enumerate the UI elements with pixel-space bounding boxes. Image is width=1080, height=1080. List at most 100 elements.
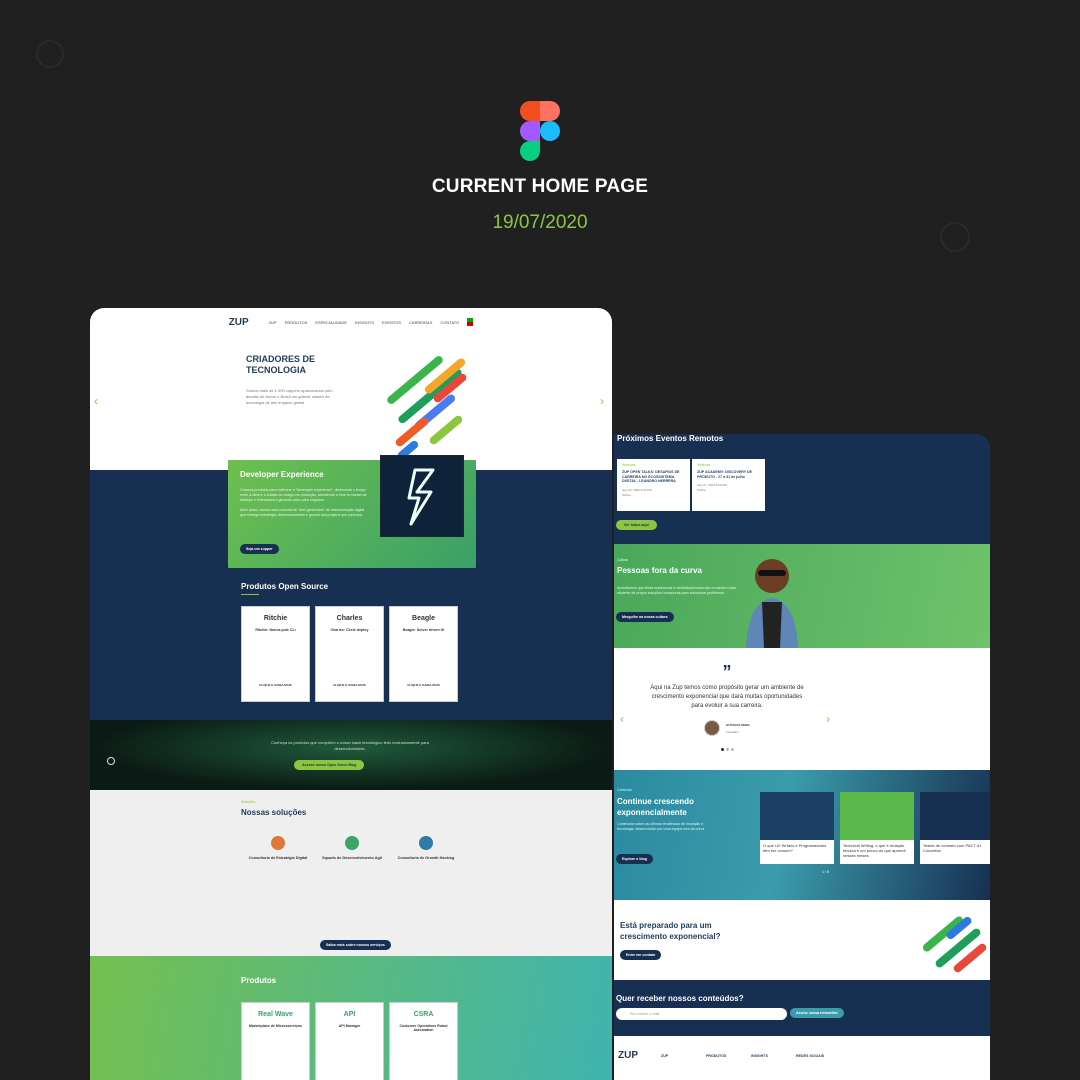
culture-button[interactable]: Mergulhe na nossa cultura (616, 612, 674, 622)
blog-post-title: Testes de contrato com PACT #1 Conceitos (923, 843, 982, 853)
open-source-blog-band: Conheça os produtos que compõem o nosso … (90, 720, 612, 790)
hero-prev-arrow-icon[interactable]: ‹ (94, 394, 98, 408)
play-circle-icon[interactable] (107, 757, 115, 765)
newsletter-submit-button[interactable]: Assine nossa newsletter (790, 1008, 844, 1018)
card-title: API Manager (338, 1024, 361, 1028)
seja-um-zupper-button[interactable]: Seja um zupper (240, 544, 279, 554)
person-photo (746, 559, 798, 648)
quote-text: Aqui na Zup temos como propósito gerar u… (650, 685, 804, 709)
culture-section: Cultura Pessoas fora da curva Acreditamo… (614, 544, 990, 648)
nav-item-contato[interactable]: CONTATO (440, 320, 459, 325)
blog-post-title: Technical Writing: o que é redação técni… (843, 843, 906, 858)
zup-logo[interactable]: ZUP (229, 317, 249, 328)
hero-next-arrow-icon[interactable]: › (600, 394, 604, 408)
culture-title: Pessoas fora da curva (617, 566, 702, 575)
culture-label: Cultura (617, 558, 628, 562)
product-card-api[interactable]: API API Manager (315, 1002, 384, 1080)
contact-title: Está preparado para um crescimento expon… (620, 921, 721, 941)
nav-item-produtos[interactable]: PRODUTOS (285, 320, 308, 325)
all-events-button[interactable]: Ver todos aqui (616, 520, 657, 530)
content-text: Conteúdos sobre as últimas tendências de… (617, 822, 706, 831)
quote-mark: ” (722, 662, 732, 682)
card-subtitle: Ritchie: Nunca pule CLI (255, 628, 296, 632)
blog-pager: 1 / 6 (822, 870, 829, 874)
solution-title: Consultoria de Estratégia Digital (248, 856, 308, 860)
dev-experience-text: Criamos produtos para melhorar a "develo… (240, 488, 367, 517)
event-tag: Webinars (697, 463, 711, 467)
newsletter-email-input[interactable]: Seu melhor e-mail (616, 1008, 787, 1020)
solutions-label: Soluções (241, 800, 256, 804)
product-card-realwave[interactable]: Real Wave Marketplace de Microsserviços (241, 1002, 310, 1080)
page-title: CURRENT HOME PAGE (431, 176, 649, 197)
solution-item: Consultoria de Growth Hacking (393, 836, 459, 861)
lightning-icon (407, 468, 435, 526)
quote-next-arrow-icon[interactable]: › (826, 712, 830, 726)
card-name: Charles (336, 615, 363, 622)
product-card-charles[interactable]: Charles Charles: Circle deploy CLIQUE E … (315, 606, 384, 702)
open-source-blog-button[interactable]: Acesse nosso Open Sorce Blog (294, 760, 365, 770)
top-nav: ZUP ZUP PRODUTOS ESPECIALIDADE INSIGHTS … (90, 308, 612, 336)
footer-col-redes-sociais: REDES SOCIAIS (796, 1054, 825, 1058)
services-button[interactable]: Saiba mais sobre nossos serviços (320, 940, 391, 950)
quote-prev-arrow-icon[interactable]: ‹ (620, 712, 624, 726)
growth-icon (419, 836, 433, 850)
product-card-csra[interactable]: CSRA Customer Operations Robot Automatio… (389, 1002, 458, 1080)
newsletter-title: Quer receber nossos conteúdos? (616, 994, 744, 1003)
products-section: Produtos Real Wave Marketplace de Micros… (90, 956, 612, 1080)
quote-role: Fundador (726, 730, 739, 734)
hero-text: Somos mais de 1.000 zuppers apaixonados … (246, 388, 333, 405)
event-place: Online (622, 492, 631, 497)
card-link[interactable]: CLIQUE E SAIBA MAIS (390, 683, 457, 687)
dev-experience-title: Developer Experience (240, 470, 324, 479)
explore-blog-button[interactable]: Explore o blog (616, 854, 653, 864)
content-title: Continue crescendo exponencialmente (617, 797, 694, 817)
card-name: API (343, 1011, 356, 1018)
event-card[interactable]: Webinars ZUP OPEN TALKS: DESAFIOS DE CAR… (617, 459, 690, 511)
contact-button[interactable]: Entre em contato (620, 950, 662, 960)
footer-col-zup: ZUP (661, 1054, 669, 1058)
solutions-section: Soluções Nossas soluções Consultoria de … (90, 790, 612, 956)
solutions-title: Nossas soluções (241, 808, 307, 817)
nav-item-insights[interactable]: INSIGHTS (355, 320, 374, 325)
blog-post-card[interactable]: Technical Writing: o que é redação técni… (840, 792, 914, 864)
products-title: Produtos (241, 976, 277, 985)
culture-text: Acreditamos que times autônomos e multid… (617, 586, 737, 595)
nav-item-especialidade[interactable]: ESPECIALIDADE (315, 320, 347, 325)
solution-item: Consultoria de Estratégia Digital (245, 836, 311, 861)
product-card-beagle[interactable]: Beagle Beagle: Server driven UI CLIQUE E… (389, 606, 458, 702)
blog-text: Conheça os produtos que compõem o nosso … (271, 740, 429, 751)
card-name: Real Wave (258, 1011, 293, 1018)
avatar (704, 720, 720, 736)
contact-section: Está preparado para um crescimento expon… (614, 900, 990, 980)
event-place: Online (697, 488, 706, 493)
card-name: Beagle (412, 615, 435, 622)
lightning-illustration (380, 455, 464, 537)
hero: ‹ › CRIADORES DE TECNOLOGIA Somos mais d… (90, 336, 612, 470)
newsletter-section: Quer receber nossos conteúdos? Seu melho… (614, 980, 990, 1036)
footer-col-produtos: PRODUTOS (706, 1054, 727, 1058)
event-title: ZUP OPEN TALKS: DESAFIOS DE CARREIRA NO … (622, 470, 680, 484)
footer: ZUP ZUP PRODUTOS INSIGHTS REDES SOCIAIS (614, 1036, 990, 1080)
event-card[interactable]: Webinars ZUP ACADEMY: DISCOVERY DE PRODU… (692, 459, 765, 511)
nav-item-carreiras[interactable]: CARREIRAS (409, 320, 432, 325)
language-flag-icon[interactable] (467, 318, 474, 326)
blog-post-card[interactable]: Testes de contrato com PACT #1 Conceitos (920, 792, 990, 864)
content-label: Conteúdo (617, 788, 632, 792)
card-name: Ritchie (263, 615, 288, 622)
quote-author: GUSTAVO DEBS (726, 723, 750, 727)
card-link[interactable]: CLIQUE E SAIBA MAIS (316, 683, 383, 687)
home-page-right: Próximos Eventos Remotos Webinars ZUP OP… (614, 434, 990, 1080)
blog-post-image (840, 792, 914, 840)
card-title: Customer Operations Robot Automation (399, 1024, 448, 1032)
bg-ring (36, 40, 64, 68)
globe-icon (345, 836, 359, 850)
nav-item-eventos[interactable]: EVENTOS (382, 320, 401, 325)
card-link[interactable]: CLIQUE E SAIBA MAIS (242, 683, 309, 687)
product-card-ritchie[interactable]: Ritchie Ritchie: Nunca pule CLI CLIQUE E… (241, 606, 310, 702)
footer-logo[interactable]: ZUP (618, 1050, 638, 1061)
event-tag: Webinars (622, 463, 636, 467)
quote-pager-dots[interactable] (721, 748, 734, 751)
nav-item-zup[interactable]: ZUP (269, 320, 277, 325)
blog-post-card[interactable]: O que UX Writers e Programadores têm em … (760, 792, 834, 864)
hero-title: CRIADORES DE TECNOLOGIA (246, 354, 316, 375)
